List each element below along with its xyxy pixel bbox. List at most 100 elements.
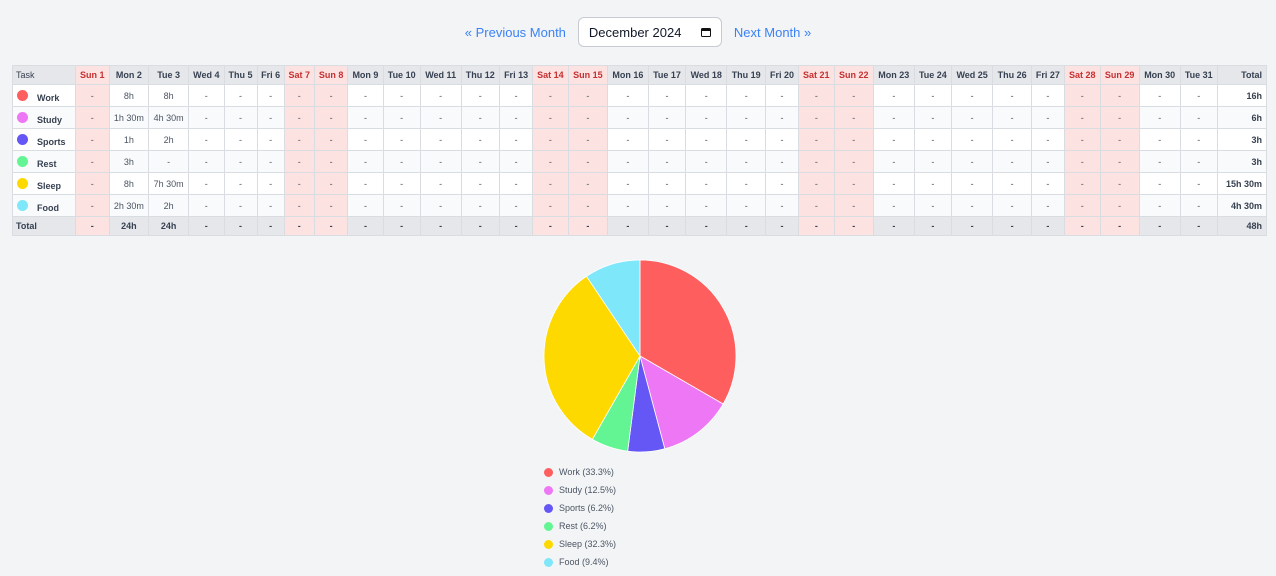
day-cell[interactable]: - bbox=[75, 84, 110, 107]
day-cell[interactable]: - bbox=[223, 106, 258, 129]
legend-item[interactable]: Sports (6.2%) bbox=[544, 499, 616, 517]
day-cell[interactable]: - bbox=[1063, 128, 1101, 151]
day-cell[interactable]: - bbox=[256, 106, 285, 129]
day-cell[interactable]: - bbox=[685, 194, 728, 217]
day-cell[interactable]: - bbox=[833, 172, 874, 195]
day-cell[interactable]: - bbox=[685, 106, 728, 129]
day-cell[interactable]: - bbox=[872, 150, 915, 173]
day-cell[interactable]: - bbox=[460, 150, 501, 173]
day-cell[interactable]: - bbox=[567, 84, 608, 107]
day-cell[interactable]: - bbox=[532, 172, 569, 195]
day-cell[interactable]: - bbox=[992, 128, 1032, 151]
day-cell[interactable]: - bbox=[797, 84, 835, 107]
day-cell[interactable]: - bbox=[283, 106, 315, 129]
day-cell[interactable]: - bbox=[256, 128, 285, 151]
day-cell[interactable]: - bbox=[460, 194, 501, 217]
day-cell[interactable]: - bbox=[347, 150, 384, 173]
day-cell[interactable]: 2h 30m bbox=[108, 194, 150, 217]
day-cell[interactable]: - bbox=[606, 194, 649, 217]
day-cell[interactable]: - bbox=[499, 150, 534, 173]
day-cell[interactable]: - bbox=[913, 84, 953, 107]
day-cell[interactable]: - bbox=[797, 150, 835, 173]
day-cell[interactable]: - bbox=[567, 106, 608, 129]
day-cell[interactable]: - bbox=[797, 194, 835, 217]
day-cell[interactable]: - bbox=[606, 150, 649, 173]
day-cell[interactable]: - bbox=[532, 106, 569, 129]
day-cell[interactable]: - bbox=[1063, 84, 1101, 107]
day-cell[interactable]: - bbox=[223, 194, 258, 217]
day-cell[interactable]: - bbox=[647, 172, 687, 195]
day-cell[interactable]: - bbox=[1063, 150, 1101, 173]
day-cell[interactable]: 1h 30m bbox=[108, 106, 150, 129]
day-cell[interactable]: - bbox=[75, 194, 110, 217]
day-cell[interactable]: - bbox=[1099, 106, 1140, 129]
day-cell[interactable]: - bbox=[1179, 128, 1218, 151]
day-cell[interactable]: - bbox=[913, 172, 953, 195]
day-cell[interactable]: - bbox=[951, 172, 994, 195]
day-cell[interactable]: - bbox=[313, 172, 349, 195]
day-cell[interactable]: - bbox=[1179, 172, 1218, 195]
day-cell[interactable]: - bbox=[726, 106, 766, 129]
day-cell[interactable]: - bbox=[460, 84, 501, 107]
day-cell[interactable]: - bbox=[313, 84, 349, 107]
day-cell[interactable]: - bbox=[913, 194, 953, 217]
day-cell[interactable]: 2h bbox=[148, 128, 190, 151]
day-cell[interactable]: - bbox=[460, 106, 501, 129]
day-cell[interactable]: - bbox=[726, 194, 766, 217]
day-cell[interactable]: - bbox=[499, 172, 534, 195]
day-cell[interactable]: - bbox=[567, 194, 608, 217]
day-cell[interactable]: - bbox=[951, 84, 994, 107]
day-cell[interactable]: - bbox=[75, 172, 110, 195]
day-cell[interactable]: - bbox=[1099, 150, 1140, 173]
day-cell[interactable]: - bbox=[567, 150, 608, 173]
legend-item[interactable]: Rest (6.2%) bbox=[544, 517, 616, 535]
day-cell[interactable]: - bbox=[532, 84, 569, 107]
month-input[interactable]: December 2024 bbox=[577, 17, 722, 47]
day-cell[interactable]: - bbox=[726, 172, 766, 195]
day-cell[interactable]: - bbox=[283, 150, 315, 173]
day-cell[interactable]: - bbox=[567, 172, 608, 195]
day-cell[interactable]: - bbox=[1030, 84, 1065, 107]
day-cell[interactable]: - bbox=[188, 150, 225, 173]
day-cell[interactable]: - bbox=[992, 150, 1032, 173]
day-cell[interactable]: - bbox=[797, 172, 835, 195]
day-cell[interactable]: - bbox=[188, 172, 225, 195]
day-cell[interactable]: - bbox=[419, 128, 462, 151]
day-cell[interactable]: - bbox=[606, 84, 649, 107]
day-cell[interactable]: - bbox=[283, 128, 315, 151]
day-cell[interactable]: - bbox=[1179, 84, 1218, 107]
day-cell[interactable]: - bbox=[382, 84, 421, 107]
day-cell[interactable]: 7h 30m bbox=[148, 172, 190, 195]
day-cell[interactable]: - bbox=[726, 84, 766, 107]
day-cell[interactable]: - bbox=[951, 150, 994, 173]
day-cell[interactable]: - bbox=[460, 128, 501, 151]
day-cell[interactable]: - bbox=[872, 128, 915, 151]
day-cell[interactable]: - bbox=[951, 128, 994, 151]
day-cell[interactable]: 8h bbox=[108, 172, 150, 195]
day-cell[interactable]: - bbox=[833, 150, 874, 173]
day-cell[interactable]: - bbox=[833, 106, 874, 129]
previous-month-link[interactable]: « Previous Month bbox=[465, 25, 566, 40]
day-cell[interactable]: - bbox=[256, 194, 285, 217]
day-cell[interactable]: - bbox=[765, 172, 799, 195]
day-cell[interactable]: - bbox=[647, 84, 687, 107]
day-cell[interactable]: - bbox=[1063, 194, 1101, 217]
day-cell[interactable]: - bbox=[460, 172, 501, 195]
day-cell[interactable]: - bbox=[499, 194, 534, 217]
day-cell[interactable]: - bbox=[1099, 194, 1140, 217]
next-month-link[interactable]: Next Month » bbox=[734, 25, 811, 40]
day-cell[interactable]: - bbox=[606, 106, 649, 129]
day-cell[interactable]: - bbox=[347, 128, 384, 151]
day-cell[interactable]: - bbox=[647, 194, 687, 217]
day-cell[interactable]: - bbox=[499, 128, 534, 151]
day-cell[interactable]: - bbox=[951, 106, 994, 129]
day-cell[interactable]: - bbox=[75, 106, 110, 129]
day-cell[interactable]: - bbox=[532, 128, 569, 151]
day-cell[interactable]: - bbox=[347, 172, 384, 195]
day-cell[interactable]: - bbox=[313, 194, 349, 217]
day-cell[interactable]: - bbox=[992, 194, 1032, 217]
day-cell[interactable]: - bbox=[872, 172, 915, 195]
day-cell[interactable]: - bbox=[685, 128, 728, 151]
day-cell[interactable]: 3h bbox=[108, 150, 150, 173]
legend-item[interactable]: Sleep (32.3%) bbox=[544, 535, 616, 553]
